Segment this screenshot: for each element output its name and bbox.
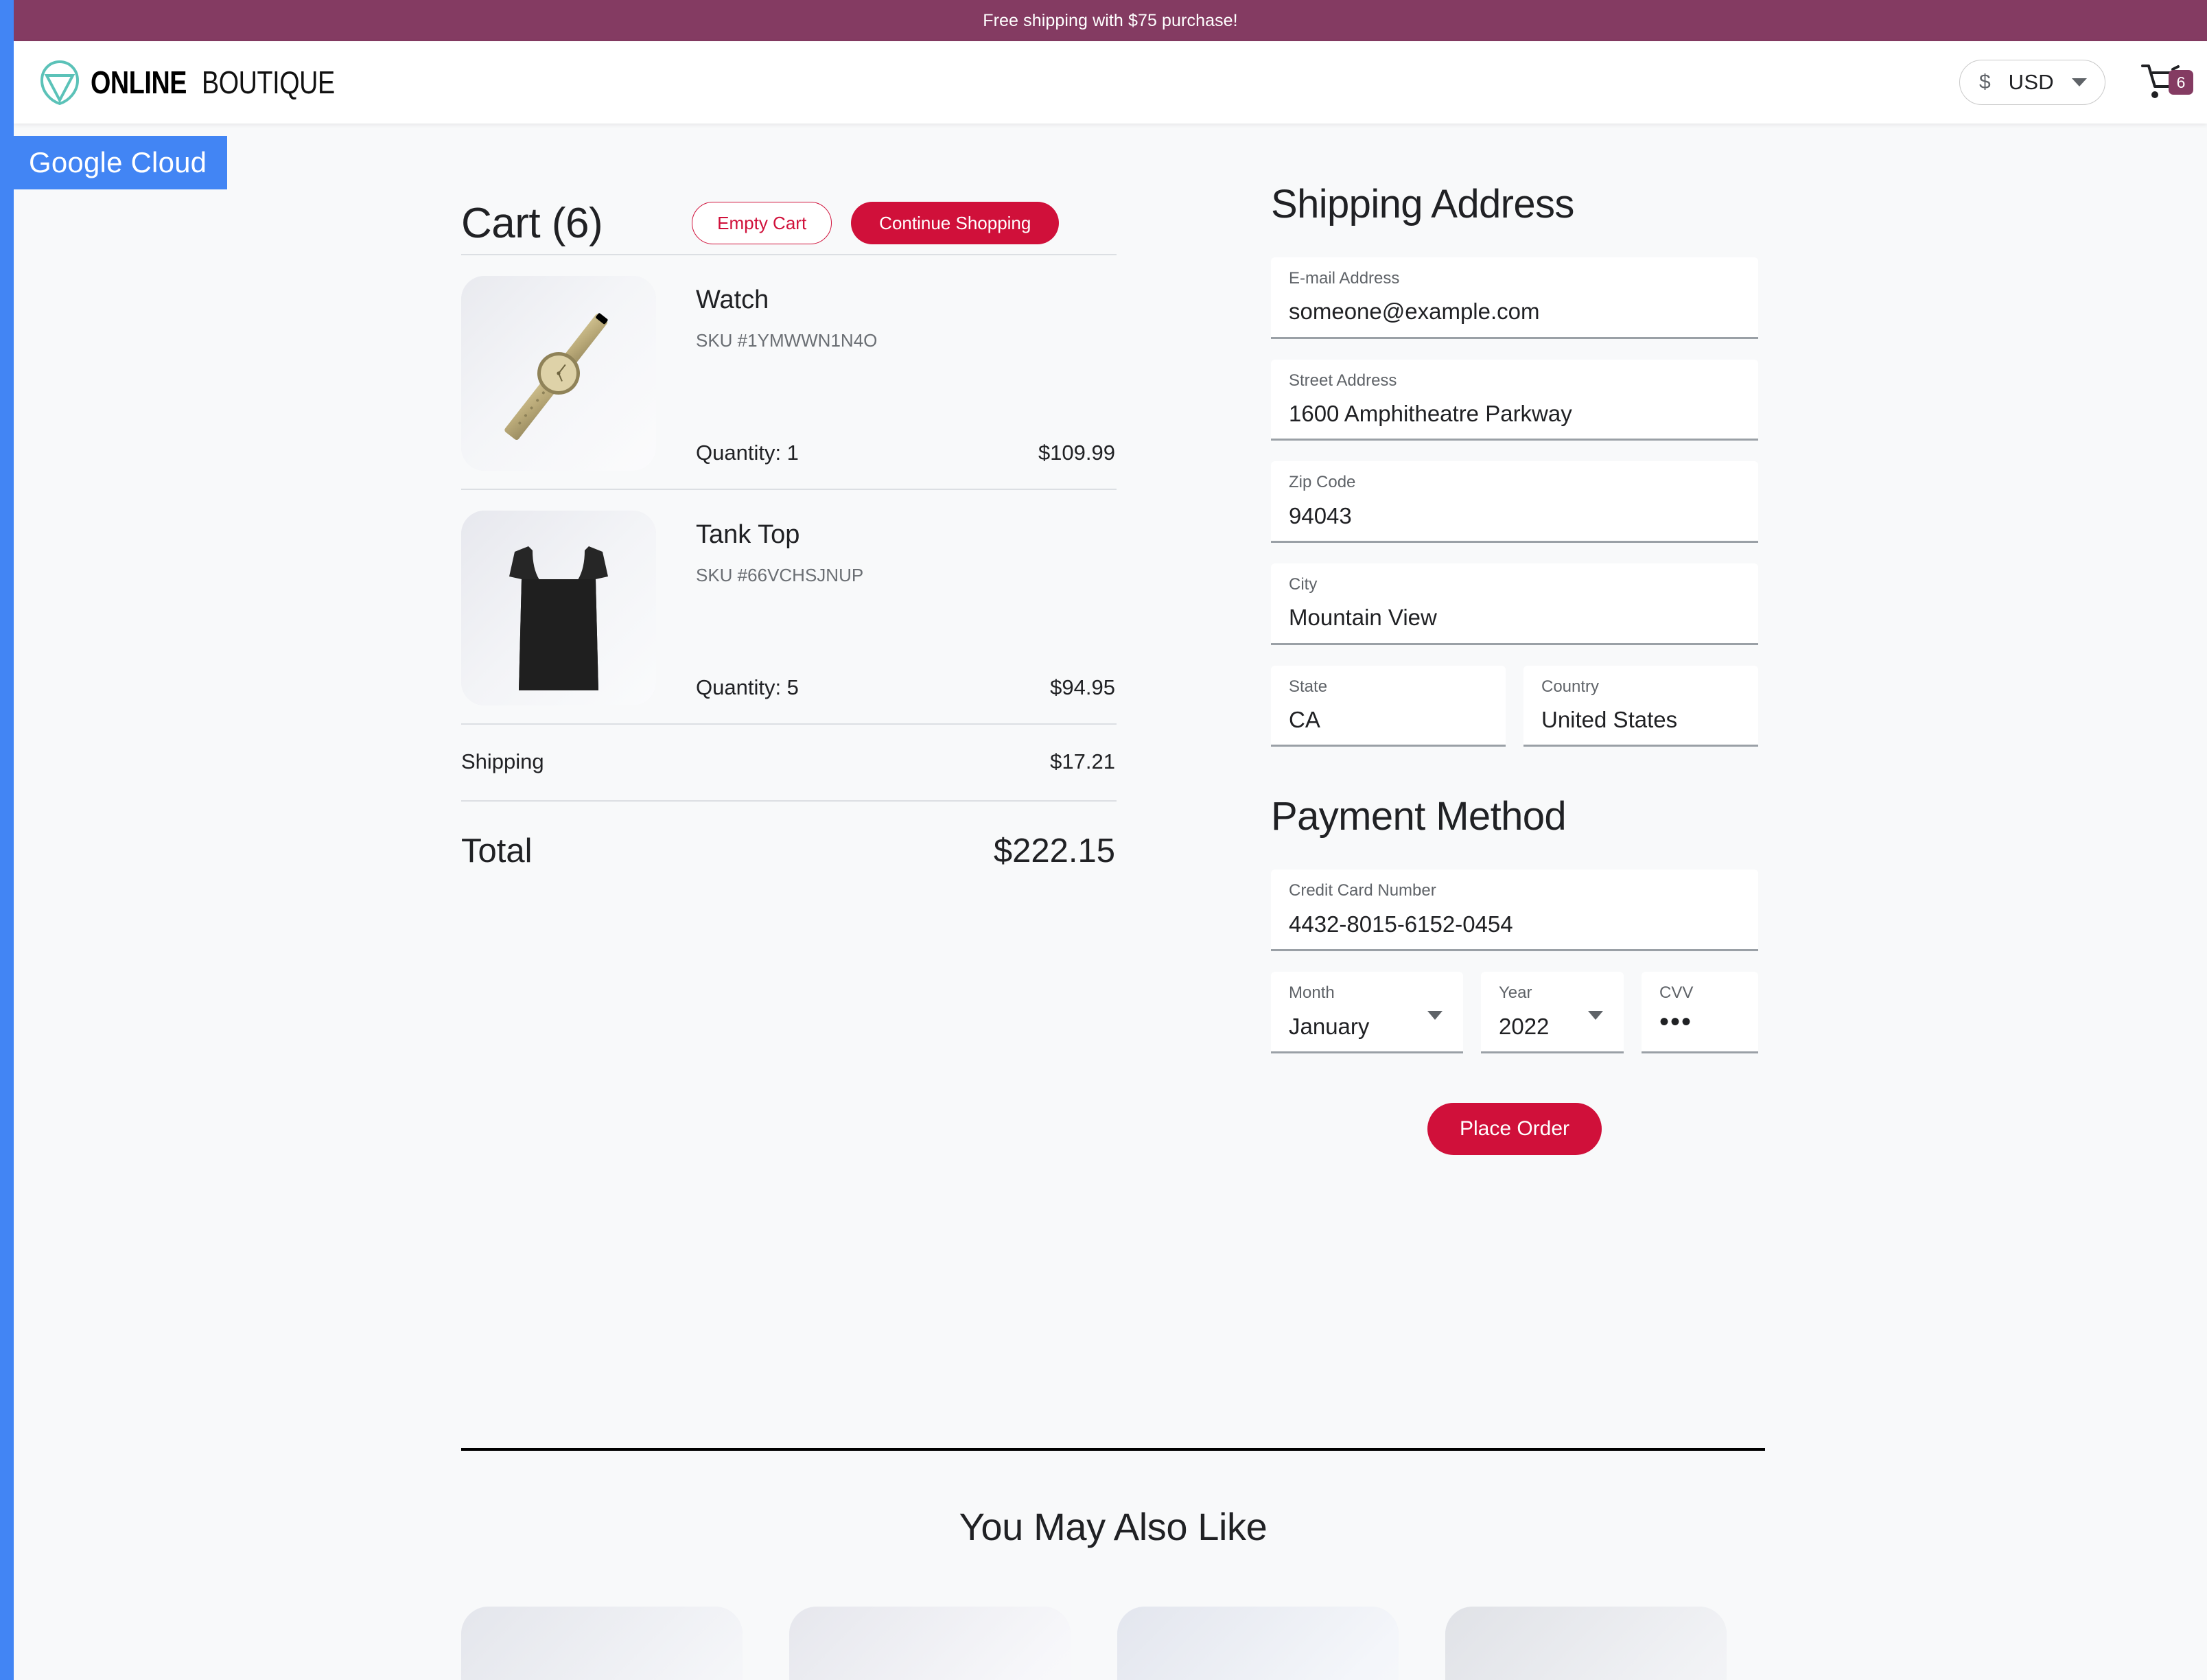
total-label: Total xyxy=(461,832,533,870)
expiry-month-label: Month xyxy=(1289,983,1335,1003)
payment-method-section: Payment Method Credit Card Number 4432-8… xyxy=(1271,793,1758,1155)
boutique-shield-icon xyxy=(38,60,81,105)
shipping-cost-row: Shipping $17.21 xyxy=(461,725,1117,800)
rec-card-3[interactable] xyxy=(1117,1607,1399,1680)
zip-code-field[interactable]: Zip Code 94043 xyxy=(1271,461,1758,544)
shipping-label: Shipping xyxy=(461,749,544,773)
city-field[interactable]: City Mountain View xyxy=(1271,563,1758,645)
tank-top-thumbnail[interactable] xyxy=(461,511,656,705)
state-country-row: State CA Country United States xyxy=(1271,665,1758,747)
header-actions: $ USD 6 xyxy=(1959,41,2193,124)
cart-button[interactable]: 6 xyxy=(2141,63,2193,102)
checkout-column: Shipping Address E-mail Address someone@… xyxy=(1271,181,1758,1155)
cart-item-quantity: Quantity: 5 xyxy=(696,675,799,699)
state-field[interactable]: State CA xyxy=(1271,665,1506,747)
chevron-down-icon xyxy=(1427,1010,1443,1020)
page-body: Cart (6) Empty Cart Continue Shopping Wa… xyxy=(14,124,2207,1680)
street-address-field-value: 1600 Amphitheatre Parkway xyxy=(1289,401,1572,427)
chevron-down-icon xyxy=(1588,1010,1603,1020)
brand-wordmark-light: BOUTIQUE xyxy=(201,65,335,100)
email-field-value: someone@example.com xyxy=(1289,299,1540,325)
cart-item-bottom: Quantity: 1 $109.99 xyxy=(696,441,1115,465)
zip-code-field-value: 94043 xyxy=(1289,502,1352,528)
cart-item: Watch SKU #1YMWWN1N4O Quantity: 1 $109.9… xyxy=(461,255,1117,489)
cart-item: Tank Top SKU #66VCHSJNUP Quantity: 5 $94… xyxy=(461,490,1117,723)
shipping-address-title: Shipping Address xyxy=(1271,182,1574,226)
street-address-field-label: Street Address xyxy=(1289,371,1397,390)
rec-card-2[interactable] xyxy=(789,1607,1071,1680)
state-field-label: State xyxy=(1289,677,1328,696)
cart-title: Cart (6) xyxy=(461,199,603,247)
street-address-field[interactable]: Street Address 1600 Amphitheatre Parkway xyxy=(1271,359,1758,441)
total-row: Total $222.15 xyxy=(461,802,1117,870)
expiry-cvv-row: Month January Year 2022 CVV ••• xyxy=(1271,972,1758,1053)
cart-item-name: Watch xyxy=(696,285,769,314)
city-field-value: Mountain View xyxy=(1289,605,1437,631)
payment-method-title: Payment Method xyxy=(1271,794,1567,839)
recommendations-title: You May Also Like xyxy=(959,1505,1268,1548)
city-field-label: City xyxy=(1289,575,1318,594)
cart-column: Cart (6) Empty Cart Continue Shopping Wa… xyxy=(461,192,1117,870)
rec-card-4[interactable] xyxy=(1445,1607,1727,1680)
country-field[interactable]: Country United States xyxy=(1523,665,1758,747)
chevron-down-icon xyxy=(2072,78,2087,86)
google-cloud-rail xyxy=(0,0,14,1680)
zip-code-field-label: Zip Code xyxy=(1289,473,1356,492)
expiry-month-select[interactable]: Month January xyxy=(1271,972,1463,1053)
credit-card-number-label: Credit Card Number xyxy=(1289,881,1436,900)
country-field-value: United States xyxy=(1541,707,1678,733)
recommendations-divider xyxy=(461,1448,1765,1451)
expiry-month-value: January xyxy=(1289,1013,1370,1039)
empty-cart-button[interactable]: Empty Cart xyxy=(692,202,832,244)
rec-card-1[interactable] xyxy=(461,1607,743,1680)
expiry-year-label: Year xyxy=(1499,983,1532,1003)
place-order-button[interactable]: Place Order xyxy=(1427,1102,1602,1155)
cvv-label: CVV xyxy=(1659,983,1694,1003)
promo-banner: Free shipping with $75 purchase! xyxy=(14,0,2207,41)
watch-thumbnail[interactable] xyxy=(461,276,656,471)
cart-item-quantity: Quantity: 1 xyxy=(696,441,799,465)
total-value: $222.15 xyxy=(993,832,1115,870)
cart-item-sku: SKU #1YMWWN1N4O xyxy=(696,330,878,351)
cart-item-price: $109.99 xyxy=(1038,441,1115,465)
credit-card-number-value: 4432-8015-6152-0454 xyxy=(1289,911,1513,937)
promo-banner-text: Free shipping with $75 purchase! xyxy=(983,10,1238,30)
currency-symbol: $ xyxy=(1978,71,1991,93)
cart-item-info: Tank Top SKU #66VCHSJNUP Quantity: 5 $94… xyxy=(696,511,1117,705)
expiry-year-select[interactable]: Year 2022 xyxy=(1481,972,1624,1053)
cvv-field[interactable]: CVV ••• xyxy=(1642,972,1758,1053)
continue-shopping-button[interactable]: Continue Shopping xyxy=(851,202,1060,244)
payment-method-fields: Credit Card Number 4432-8015-6152-0454 M… xyxy=(1271,870,1758,1053)
cart-count-badge: 6 xyxy=(2169,70,2193,95)
brand-home-link[interactable]: ONLINE BOUTIQUE xyxy=(38,41,364,124)
recommendations-section: You May Also Like xyxy=(461,1448,1765,1680)
brand-wordmark-bold: ONLINE xyxy=(91,65,187,100)
place-order-row: Place Order xyxy=(1271,1102,1758,1155)
cart-item-bottom: Quantity: 5 $94.95 xyxy=(696,675,1115,700)
cart-item-sku: SKU #66VCHSJNUP xyxy=(696,565,864,585)
shipping-value: $17.21 xyxy=(1050,749,1115,773)
brand-wordmark: ONLINE BOUTIQUE xyxy=(91,64,364,101)
currency-code: USD xyxy=(2008,70,2054,94)
site-header: ONLINE BOUTIQUE $ USD 6 xyxy=(14,41,2207,124)
currency-selector[interactable]: $ USD xyxy=(1959,60,2105,105)
recommendations-grid xyxy=(461,1607,1765,1680)
credit-card-number-field[interactable]: Credit Card Number 4432-8015-6152-0454 xyxy=(1271,870,1758,952)
cart-item-info: Watch SKU #1YMWWN1N4O Quantity: 1 $109.9… xyxy=(696,276,1117,471)
google-cloud-badge: Google Cloud xyxy=(14,136,228,189)
shipping-address-fields: E-mail Address someone@example.com Stree… xyxy=(1271,257,1758,747)
email-field-label: E-mail Address xyxy=(1289,269,1400,288)
cart-item-price: $94.95 xyxy=(1050,675,1115,699)
country-field-label: Country xyxy=(1541,677,1600,696)
email-field[interactable]: E-mail Address someone@example.com xyxy=(1271,257,1758,339)
cvv-value: ••• xyxy=(1659,1006,1693,1037)
cart-header: Cart (6) Empty Cart Continue Shopping xyxy=(461,192,1117,254)
state-field-value: CA xyxy=(1289,707,1320,733)
cart-item-name: Tank Top xyxy=(696,520,800,549)
